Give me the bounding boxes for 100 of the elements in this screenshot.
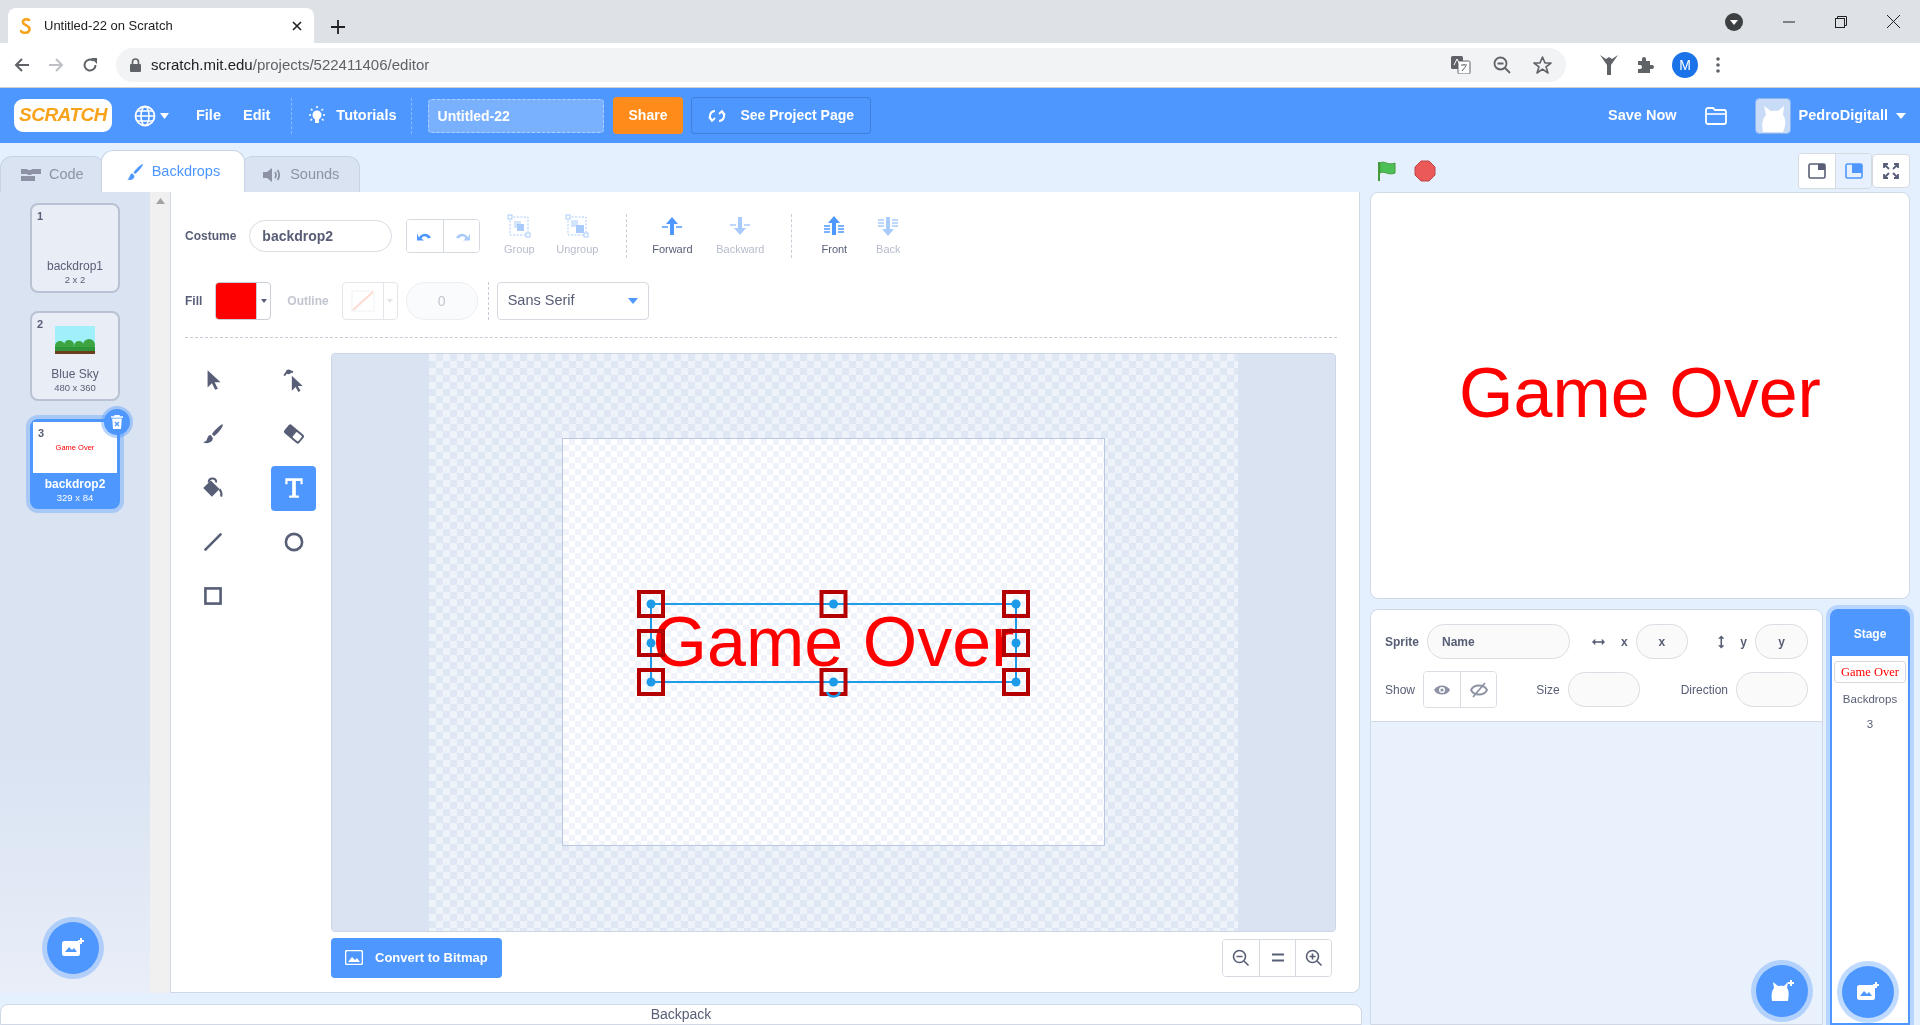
costume-size: 2 x 2 bbox=[64, 273, 86, 285]
new-tab-icon[interactable] bbox=[330, 19, 346, 35]
fill-color-picker[interactable] bbox=[215, 281, 272, 320]
artboard[interactable]: Game Over bbox=[562, 438, 1105, 846]
fullscreen-icon bbox=[1883, 163, 1899, 179]
costume-size: 329 x 84 bbox=[56, 491, 94, 503]
cat-add-icon bbox=[1769, 979, 1795, 1003]
costume-size: 480 x 360 bbox=[54, 381, 96, 393]
add-backdrop-button[interactable] bbox=[47, 922, 99, 974]
costume-tile[interactable]: 2 Blue Sky 480 x 360 bbox=[30, 311, 120, 401]
sprite-name-field[interactable]: Name bbox=[1427, 624, 1570, 659]
backpack-bar[interactable]: Backpack bbox=[0, 1004, 1362, 1025]
caret-icon bbox=[260, 298, 267, 303]
extensions-icon[interactable] bbox=[1636, 56, 1654, 74]
stop-icon[interactable] bbox=[1414, 160, 1436, 182]
caret-icon[interactable] bbox=[160, 112, 169, 119]
restore-icon[interactable] bbox=[1835, 15, 1847, 28]
image-add-icon bbox=[1856, 981, 1880, 1003]
flag-icon[interactable] bbox=[1376, 160, 1398, 182]
browser-tab[interactable]: Untitled-22 on Scratch bbox=[8, 8, 314, 43]
size-field[interactable] bbox=[1567, 672, 1640, 707]
text-tool[interactable] bbox=[271, 465, 316, 511]
scratch-logo[interactable]: SCRATCH bbox=[14, 99, 112, 132]
image-icon bbox=[345, 950, 363, 965]
blocks-icon bbox=[21, 167, 41, 182]
outline-color-picker[interactable] bbox=[341, 281, 398, 320]
large-stage-icon bbox=[1844, 162, 1863, 180]
save-now-link[interactable]: Save Now bbox=[1608, 104, 1677, 127]
close-tab-icon[interactable] bbox=[292, 20, 302, 31]
tutorials-button[interactable]: Tutorials bbox=[302, 104, 401, 127]
globe-icon[interactable] bbox=[134, 104, 156, 127]
direction-label: Direction bbox=[1680, 681, 1728, 699]
see-project-page-button[interactable]: See Project Page bbox=[691, 97, 872, 134]
eye-slash-icon bbox=[1469, 681, 1488, 698]
stage[interactable]: Game Over bbox=[1370, 192, 1910, 599]
direction-field[interactable] bbox=[1736, 672, 1808, 707]
project-title-field[interactable]: Untitled-22 bbox=[427, 98, 604, 133]
x-label: x bbox=[1621, 633, 1628, 651]
editor-tab[interactable]: Backdrops bbox=[100, 150, 246, 192]
tab-search-icon[interactable] bbox=[1725, 12, 1743, 31]
add-sprite-button[interactable] bbox=[1756, 965, 1808, 1017]
zoom-out-icon[interactable] bbox=[1493, 56, 1511, 74]
forward-button[interactable]: Forward bbox=[647, 214, 698, 258]
profile-button[interactable]: M bbox=[1672, 52, 1698, 78]
costume-number: 1 bbox=[37, 209, 44, 224]
back-icon[interactable] bbox=[14, 57, 30, 73]
reload-icon[interactable] bbox=[82, 57, 98, 73]
lock-icon bbox=[130, 58, 141, 72]
front-icon bbox=[822, 214, 847, 238]
stage-selector-title: Stage bbox=[1832, 611, 1908, 656]
caret-icon bbox=[387, 298, 394, 303]
caret-icon bbox=[627, 297, 638, 304]
address-bar[interactable]: scratch.mit.edu/projects/522411406/editor bbox=[116, 48, 1566, 82]
x-field[interactable]: x bbox=[1635, 624, 1688, 659]
zoom-out-icon bbox=[1232, 948, 1250, 967]
folder-icon[interactable] bbox=[1704, 106, 1727, 125]
size-label: Size bbox=[1536, 681, 1560, 699]
username[interactable]: PedroDigitall bbox=[1798, 104, 1888, 127]
hide-button[interactable] bbox=[1460, 672, 1497, 707]
zoom-in-icon bbox=[1304, 948, 1323, 967]
costume-number: 3 bbox=[38, 426, 45, 441]
small-stage-button[interactable] bbox=[1799, 154, 1835, 188]
costume-tile[interactable]: 1 backdrop1 2 x 2 bbox=[30, 203, 120, 293]
menu-item[interactable]: Edit bbox=[231, 104, 282, 127]
costume-name: backdrop2 bbox=[44, 477, 106, 492]
backdrops-label: Backdrops bbox=[1842, 692, 1898, 707]
stage-text: Game Over bbox=[1459, 358, 1821, 434]
menu-item[interactable]: File bbox=[185, 104, 232, 127]
close-icon[interactable] bbox=[1887, 15, 1900, 28]
image-add-icon bbox=[61, 937, 85, 959]
add-backdrop-button[interactable] bbox=[1842, 966, 1894, 1018]
menu-icon[interactable] bbox=[1716, 57, 1720, 73]
delete-button[interactable] bbox=[104, 409, 130, 435]
speaker-icon bbox=[262, 166, 283, 183]
backdrops-count: 3 bbox=[1866, 717, 1874, 733]
star-icon[interactable] bbox=[1533, 56, 1552, 74]
y-field[interactable]: y bbox=[1755, 624, 1808, 659]
eye-icon bbox=[1433, 683, 1452, 696]
caret-icon[interactable] bbox=[1896, 112, 1906, 119]
url-text: scratch.mit.edu/projects/522411406/editor bbox=[151, 54, 430, 75]
costume-number: 2 bbox=[37, 317, 44, 332]
front-button[interactable]: Front bbox=[812, 214, 857, 258]
costume-name: backdrop1 bbox=[46, 259, 103, 274]
avatar-icon[interactable] bbox=[1754, 97, 1791, 134]
funnel-icon[interactable] bbox=[1600, 55, 1618, 75]
zoom-in-button[interactable] bbox=[1295, 939, 1331, 976]
convert-to-bitmap-button[interactable]: Convert to Bitmap bbox=[331, 937, 502, 978]
translate-icon[interactable] bbox=[1451, 56, 1471, 74]
fullscreen-button[interactable] bbox=[1872, 154, 1910, 188]
paint-canvas[interactable]: Game Over bbox=[331, 352, 1336, 932]
share-button[interactable]: Share bbox=[612, 97, 684, 134]
costume-name-field[interactable]: backdrop2 bbox=[249, 219, 393, 252]
font-dropdown[interactable]: Sans Serif bbox=[496, 281, 649, 320]
back-icon bbox=[876, 214, 901, 238]
ungroup-icon bbox=[565, 214, 590, 238]
horizontal-arrows-icon bbox=[1592, 636, 1606, 647]
group-icon bbox=[507, 214, 532, 238]
small-stage-icon bbox=[1808, 162, 1826, 180]
favicon-icon bbox=[20, 17, 32, 34]
stage-selector[interactable]: Stage Game Over Backdrops 3 bbox=[1830, 609, 1910, 1025]
